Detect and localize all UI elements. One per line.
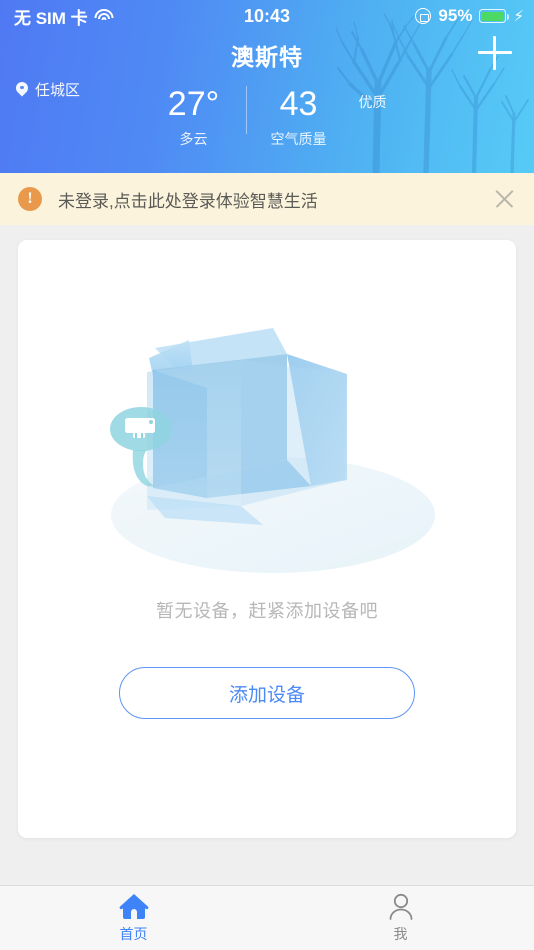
warning-icon: ! xyxy=(18,187,42,211)
aqi-value: 43 xyxy=(279,85,318,123)
battery-percent-label: 95% xyxy=(438,6,473,25)
bottom-tab-bar: 首页 我 xyxy=(0,885,534,950)
rotation-lock-icon xyxy=(415,8,432,24)
temperature-block: 27° 多云 xyxy=(148,84,240,149)
login-notice-text: 未登录,点击此处登录体验智慧生活 xyxy=(58,191,318,211)
aqi-quality-label: 优质 xyxy=(358,94,387,110)
close-icon[interactable] xyxy=(482,177,526,221)
aqi-label: 空气质量 xyxy=(270,131,327,147)
status-bar: 无 SIM 卡 10:43 95% ⚡ xyxy=(0,0,534,32)
add-device-plus-icon[interactable] xyxy=(478,36,512,70)
temperature-value: 27° xyxy=(167,85,220,123)
charging-bolt-icon: ⚡ xyxy=(513,7,524,25)
tab-profile-label: 我 xyxy=(393,925,408,942)
status-bar-right: 95% ⚡ xyxy=(415,6,524,26)
weather-divider xyxy=(245,86,247,134)
add-device-button[interactable]: 添加设备 xyxy=(119,667,415,719)
aqi-block: 43 空气质量 xyxy=(253,84,345,149)
tab-home-label: 首页 xyxy=(119,925,148,942)
weather-summary: 27° 多云 43 空气质量 优质 xyxy=(0,84,534,149)
empty-box-illustration xyxy=(110,328,435,573)
tab-home[interactable]: 首页 xyxy=(0,886,267,950)
weather-condition: 多云 xyxy=(179,131,208,147)
tab-profile[interactable]: 我 xyxy=(267,886,534,950)
page-title: 澳斯特 xyxy=(231,44,303,70)
device-list-card: 暂无设备，赶紧添加设备吧 添加设备 xyxy=(18,240,516,838)
battery-icon xyxy=(479,9,510,23)
home-icon xyxy=(119,893,148,919)
person-icon xyxy=(389,893,412,920)
login-notice-bar[interactable]: ! 未登录,点击此处登录体验智慧生活 xyxy=(0,173,534,225)
empty-state-text: 暂无设备，赶紧添加设备吧 xyxy=(156,601,378,621)
